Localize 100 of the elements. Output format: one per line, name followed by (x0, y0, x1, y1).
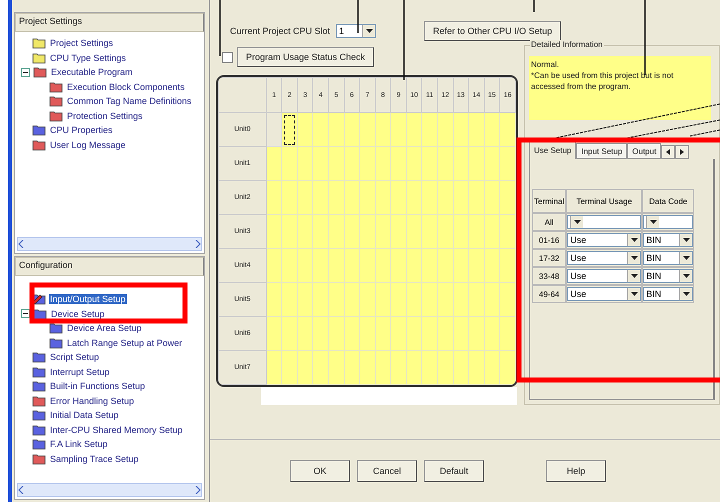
code-select[interactable]: BIN (643, 251, 694, 265)
slot-cell[interactable] (422, 316, 438, 350)
slot-cell[interactable] (406, 282, 422, 316)
slot-cell[interactable] (468, 248, 484, 282)
slot-cell[interactable] (375, 316, 391, 350)
dialog-button[interactable]: Default (424, 460, 484, 482)
collapse-icon[interactable] (21, 68, 30, 77)
tree-item[interactable]: Protection Settings (66, 110, 144, 121)
slot-cell[interactable] (360, 146, 376, 180)
slot-cell[interactable] (437, 350, 454, 384)
slot-cell[interactable] (484, 146, 500, 180)
cpu-slot-select[interactable]: 1 (336, 24, 376, 38)
slot-cell[interactable] (312, 316, 329, 350)
slot-cell[interactable] (453, 112, 469, 146)
slot-cell[interactable] (297, 282, 313, 316)
slot-cell[interactable] (468, 282, 484, 316)
slot-cell[interactable] (390, 180, 406, 214)
slot-cell[interactable] (360, 112, 376, 146)
slot-cell[interactable] (453, 282, 469, 316)
tree-item[interactable]: User Log Message (49, 140, 127, 150)
slot-cell[interactable] (360, 282, 376, 316)
slot-cell[interactable] (312, 112, 329, 146)
slot-cell[interactable] (390, 146, 406, 180)
slot-cell[interactable] (390, 112, 406, 146)
slot-cell[interactable] (422, 214, 438, 248)
slot-cell[interactable] (484, 248, 500, 282)
slot-cell[interactable] (312, 248, 329, 282)
slot-cell[interactable] (360, 316, 376, 350)
slot-cell[interactable] (422, 146, 438, 180)
usage-select[interactable]: Use (567, 233, 642, 247)
checkbox[interactable] (222, 52, 233, 62)
slot-cell[interactable] (375, 146, 391, 180)
slot-cell[interactable] (406, 248, 422, 282)
slot-cell[interactable] (312, 214, 329, 248)
slot-cell[interactable] (297, 180, 313, 214)
slot-cell[interactable] (437, 282, 454, 316)
slot-cell[interactable] (406, 214, 422, 248)
slot-cell[interactable] (328, 146, 344, 180)
tree-item[interactable]: Common Tag Name Definitions (66, 96, 192, 106)
slot-cell[interactable] (312, 282, 329, 316)
slot-cell[interactable] (328, 180, 344, 214)
tree-item[interactable]: Interrupt Setup (49, 366, 111, 377)
slot-cell[interactable] (500, 350, 516, 384)
tree-item[interactable]: F.A Link Setup (49, 439, 109, 450)
slot-cell[interactable] (328, 316, 344, 350)
slot-cell[interactable] (297, 146, 313, 180)
slot-cell[interactable] (437, 146, 454, 180)
slot-cell[interactable] (453, 146, 469, 180)
slot-cell[interactable] (406, 316, 422, 350)
code-select[interactable] (643, 215, 694, 229)
slot-cell[interactable] (328, 248, 344, 282)
slot-cell[interactable] (282, 248, 298, 282)
slot-cell[interactable] (406, 180, 422, 214)
slot-cell[interactable] (282, 214, 298, 248)
slot-cell[interactable] (282, 146, 298, 180)
slot-cell[interactable] (375, 248, 391, 282)
slot-cell[interactable] (297, 112, 313, 146)
tree-item[interactable]: CPU Type Settings (49, 52, 127, 63)
slot-cell[interactable] (282, 282, 298, 316)
code-select[interactable]: BIN (643, 287, 694, 301)
tree-item[interactable]: Executable Program (50, 67, 134, 78)
slot-cell[interactable] (468, 146, 484, 180)
slot-cell[interactable] (390, 214, 406, 248)
slot-cell[interactable] (500, 146, 516, 180)
refer-button[interactable]: Refer to Other CPU I/O Setup (424, 21, 562, 41)
slot-cell[interactable] (344, 282, 360, 316)
tree-item[interactable]: Device Setup (50, 308, 106, 319)
slot-cell[interactable] (453, 180, 469, 214)
horizontal-scrollbar[interactable] (17, 237, 202, 251)
horizontal-scrollbar[interactable] (17, 483, 202, 497)
slot-cell[interactable] (484, 350, 500, 384)
tab-right-button[interactable] (675, 145, 690, 159)
slot-cell[interactable] (297, 248, 313, 282)
tree-item[interactable]: Project Settings (49, 38, 114, 48)
slot-cell[interactable] (390, 350, 406, 384)
slot-cell[interactable] (282, 316, 298, 350)
slot-cell[interactable] (390, 316, 406, 350)
slot-cell[interactable] (328, 282, 344, 316)
slot-cell[interactable] (375, 180, 391, 214)
status-check-button[interactable]: Program Usage Status Check (237, 47, 374, 67)
slot-cell[interactable] (437, 180, 454, 214)
slot-cell[interactable] (344, 248, 360, 282)
slot-cell[interactable] (422, 350, 438, 384)
slot-cell[interactable] (453, 316, 469, 350)
slot-cell[interactable] (484, 112, 500, 146)
slot-cell[interactable] (437, 248, 454, 282)
slot-cell[interactable] (406, 112, 422, 146)
tree-item[interactable]: Inter-CPU Shared Memory Setup (49, 424, 184, 435)
collapse-icon[interactable] (21, 309, 30, 318)
slot-cell[interactable] (422, 248, 438, 282)
slot-cell[interactable] (484, 282, 500, 316)
slot-cell[interactable] (266, 214, 282, 248)
tab[interactable]: Output (627, 143, 662, 159)
slot-cell[interactable] (328, 112, 344, 146)
slot-cell[interactable] (468, 112, 484, 146)
slot-cell[interactable] (375, 282, 391, 316)
slot-cell[interactable] (375, 214, 391, 248)
slot-cell[interactable] (422, 282, 438, 316)
tree-item[interactable]: Error Handling Setup (49, 396, 136, 406)
slot-cell[interactable] (437, 214, 454, 248)
